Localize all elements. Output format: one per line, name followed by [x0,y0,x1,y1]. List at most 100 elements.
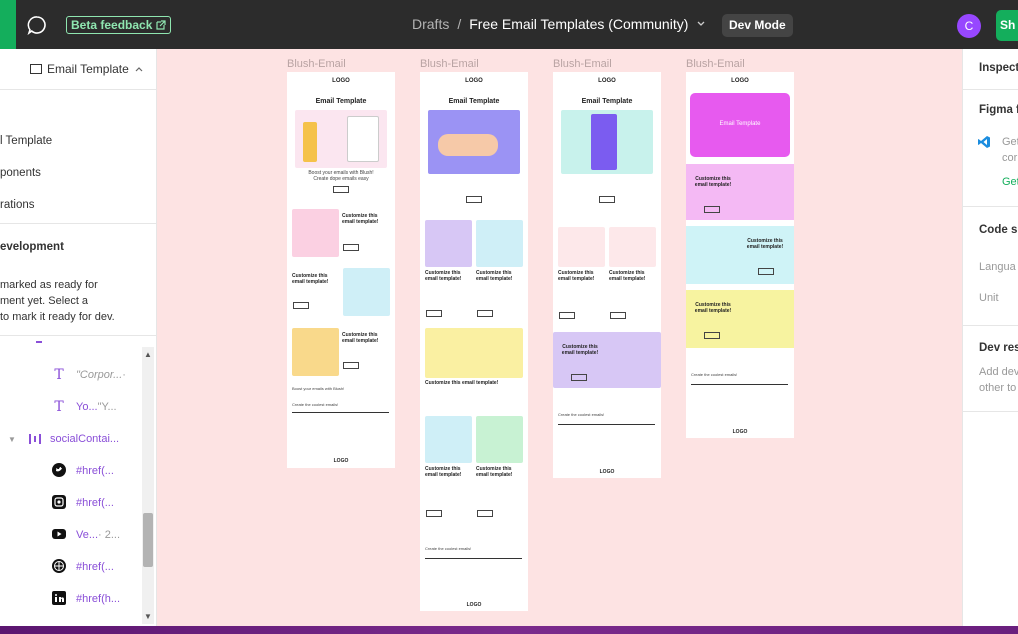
page-item-email-template[interactable]: l Template [0,135,52,147]
auto-layout-icon [29,434,41,444]
layer-label: #href(... [76,561,114,573]
chevron-down-icon[interactable]: ▼ [8,435,20,444]
ready-for-development-heading: evelopment [0,241,64,253]
file-name[interactable]: Free Email Templates (Community) [469,16,688,32]
frame-label[interactable]: Blush-Email [686,58,745,70]
layer-label: Ve... [76,529,99,541]
footer-logo: LOGO [333,458,349,464]
layers-scrollbar[interactable] [142,347,154,624]
card-title: Customize this email template! [561,344,599,356]
card-title: Customize this email template! [476,270,513,282]
page-selector-label: Email Template [47,62,129,76]
chevron-down-icon[interactable] [696,20,706,28]
tree-line [36,341,42,343]
layer-social-container[interactable]: ▼ socialContai... [8,423,148,455]
unit-label[interactable]: Unit [979,292,999,304]
layer-suffix: · 2... [98,529,121,541]
text-layer-icon: T [54,399,64,415]
card-title: Customize this email template! [694,176,732,188]
email-frame[interactable]: LOGO Email Template Customize this email… [686,72,794,438]
comment-icon[interactable] [27,15,47,35]
create-text: Create the coolest emails! [425,546,472,551]
youtube-icon [52,527,66,544]
vscode-text: cor [1002,152,1018,164]
card-illustration [292,328,339,376]
try-button [599,196,615,203]
beta-feedback-button[interactable]: Beta feedback [66,16,172,34]
dev-resources-text: Add dev [979,366,1018,378]
message-line: marked as ready for [0,279,98,291]
try-button [426,310,442,317]
try-button [477,310,493,317]
try-button [704,206,720,213]
avatar[interactable]: C [957,14,981,38]
frame-label[interactable]: Blush-Email [420,58,479,70]
instagram-icon [52,494,66,512]
page-item-components[interactable]: ponents [0,167,41,179]
create-text: Create the coolest emails! [292,402,339,407]
logo: LOGO [332,78,350,84]
email-frame[interactable]: LOGO Email Template Boost your emails wi… [287,72,395,468]
logo: LOGO [465,78,483,84]
layer-label: "Corpor... [76,369,123,381]
card-illustration [343,268,390,316]
email-title: Email Template [315,98,367,105]
main-menu-button[interactable] [0,0,16,49]
try-button [426,510,442,517]
create-text: Create the coolest emails! [691,372,738,377]
footer-logo: LOGO [466,602,482,608]
linkedin-icon [52,590,66,608]
language-label[interactable]: Langua [979,261,1016,273]
try-button [343,244,359,251]
try-button [610,312,626,319]
promo-block [686,164,794,220]
breadcrumb-drafts[interactable]: Drafts [412,16,449,32]
divider [0,89,156,90]
divider [963,89,1018,90]
breadcrumb: Drafts / Free Email Templates (Community… [412,16,706,32]
page-item-illustrations[interactable]: rations [0,199,35,211]
inspect-tab[interactable]: Inspect [979,62,1018,74]
illustration-hand [438,134,498,156]
body-text: Boost your emails with Blush! [292,386,345,391]
scroll-down-arrow[interactable]: ▼ [144,612,152,621]
try-button [466,196,482,203]
twitter-icon [52,462,66,480]
try-button [571,374,587,381]
hero-banner-title: Email Template [719,121,761,127]
card-title: Customize this email template! [476,466,513,478]
card-illustration [292,209,339,257]
share-button[interactable]: Sh [996,10,1018,41]
email-frame[interactable]: LOGO Email Template Customize this email… [420,72,528,611]
scrollbar-thumb[interactable] [143,513,153,567]
frame-label[interactable]: Blush-Email [287,58,346,70]
layer-suffix: · [122,369,126,381]
card-title: Customize this email template! [342,213,379,225]
breadcrumb-separator: / [457,16,462,32]
try-button [559,312,575,319]
code-settings-heading: Code s [979,224,1018,236]
top-toolbar: Beta feedback Drafts / Free Email Templa… [0,0,1018,49]
card-illustration [558,227,605,267]
ready-for-dev-message: marked as ready for ment yet. Select a t… [0,277,115,325]
try-button [293,302,309,309]
frame-label[interactable]: Blush-Email [553,58,612,70]
divider [963,206,1018,207]
vscode-text: Get [1002,136,1018,148]
email-frame[interactable]: LOGO Email Template Customize this email… [553,72,661,478]
card-title: Customize this email template! [609,270,646,282]
page-selector[interactable]: Email Template [30,62,144,76]
external-link-icon [156,20,166,30]
try-button [758,268,774,275]
dev-mode-toggle[interactable]: Dev Mode [722,14,793,37]
globe-icon [52,558,66,576]
scroll-up-arrow[interactable]: ▲ [144,350,152,359]
layer-label: #href(h... [76,593,121,605]
layer-suffix: "Y... [97,401,117,413]
card-illustration [609,227,656,267]
beta-feedback-label: Beta feedback [71,18,153,32]
get-extension-link[interactable]: Get [1002,176,1018,188]
logo: LOGO [598,78,616,84]
wide-illustration [425,328,523,378]
bottom-bar [0,626,1018,634]
